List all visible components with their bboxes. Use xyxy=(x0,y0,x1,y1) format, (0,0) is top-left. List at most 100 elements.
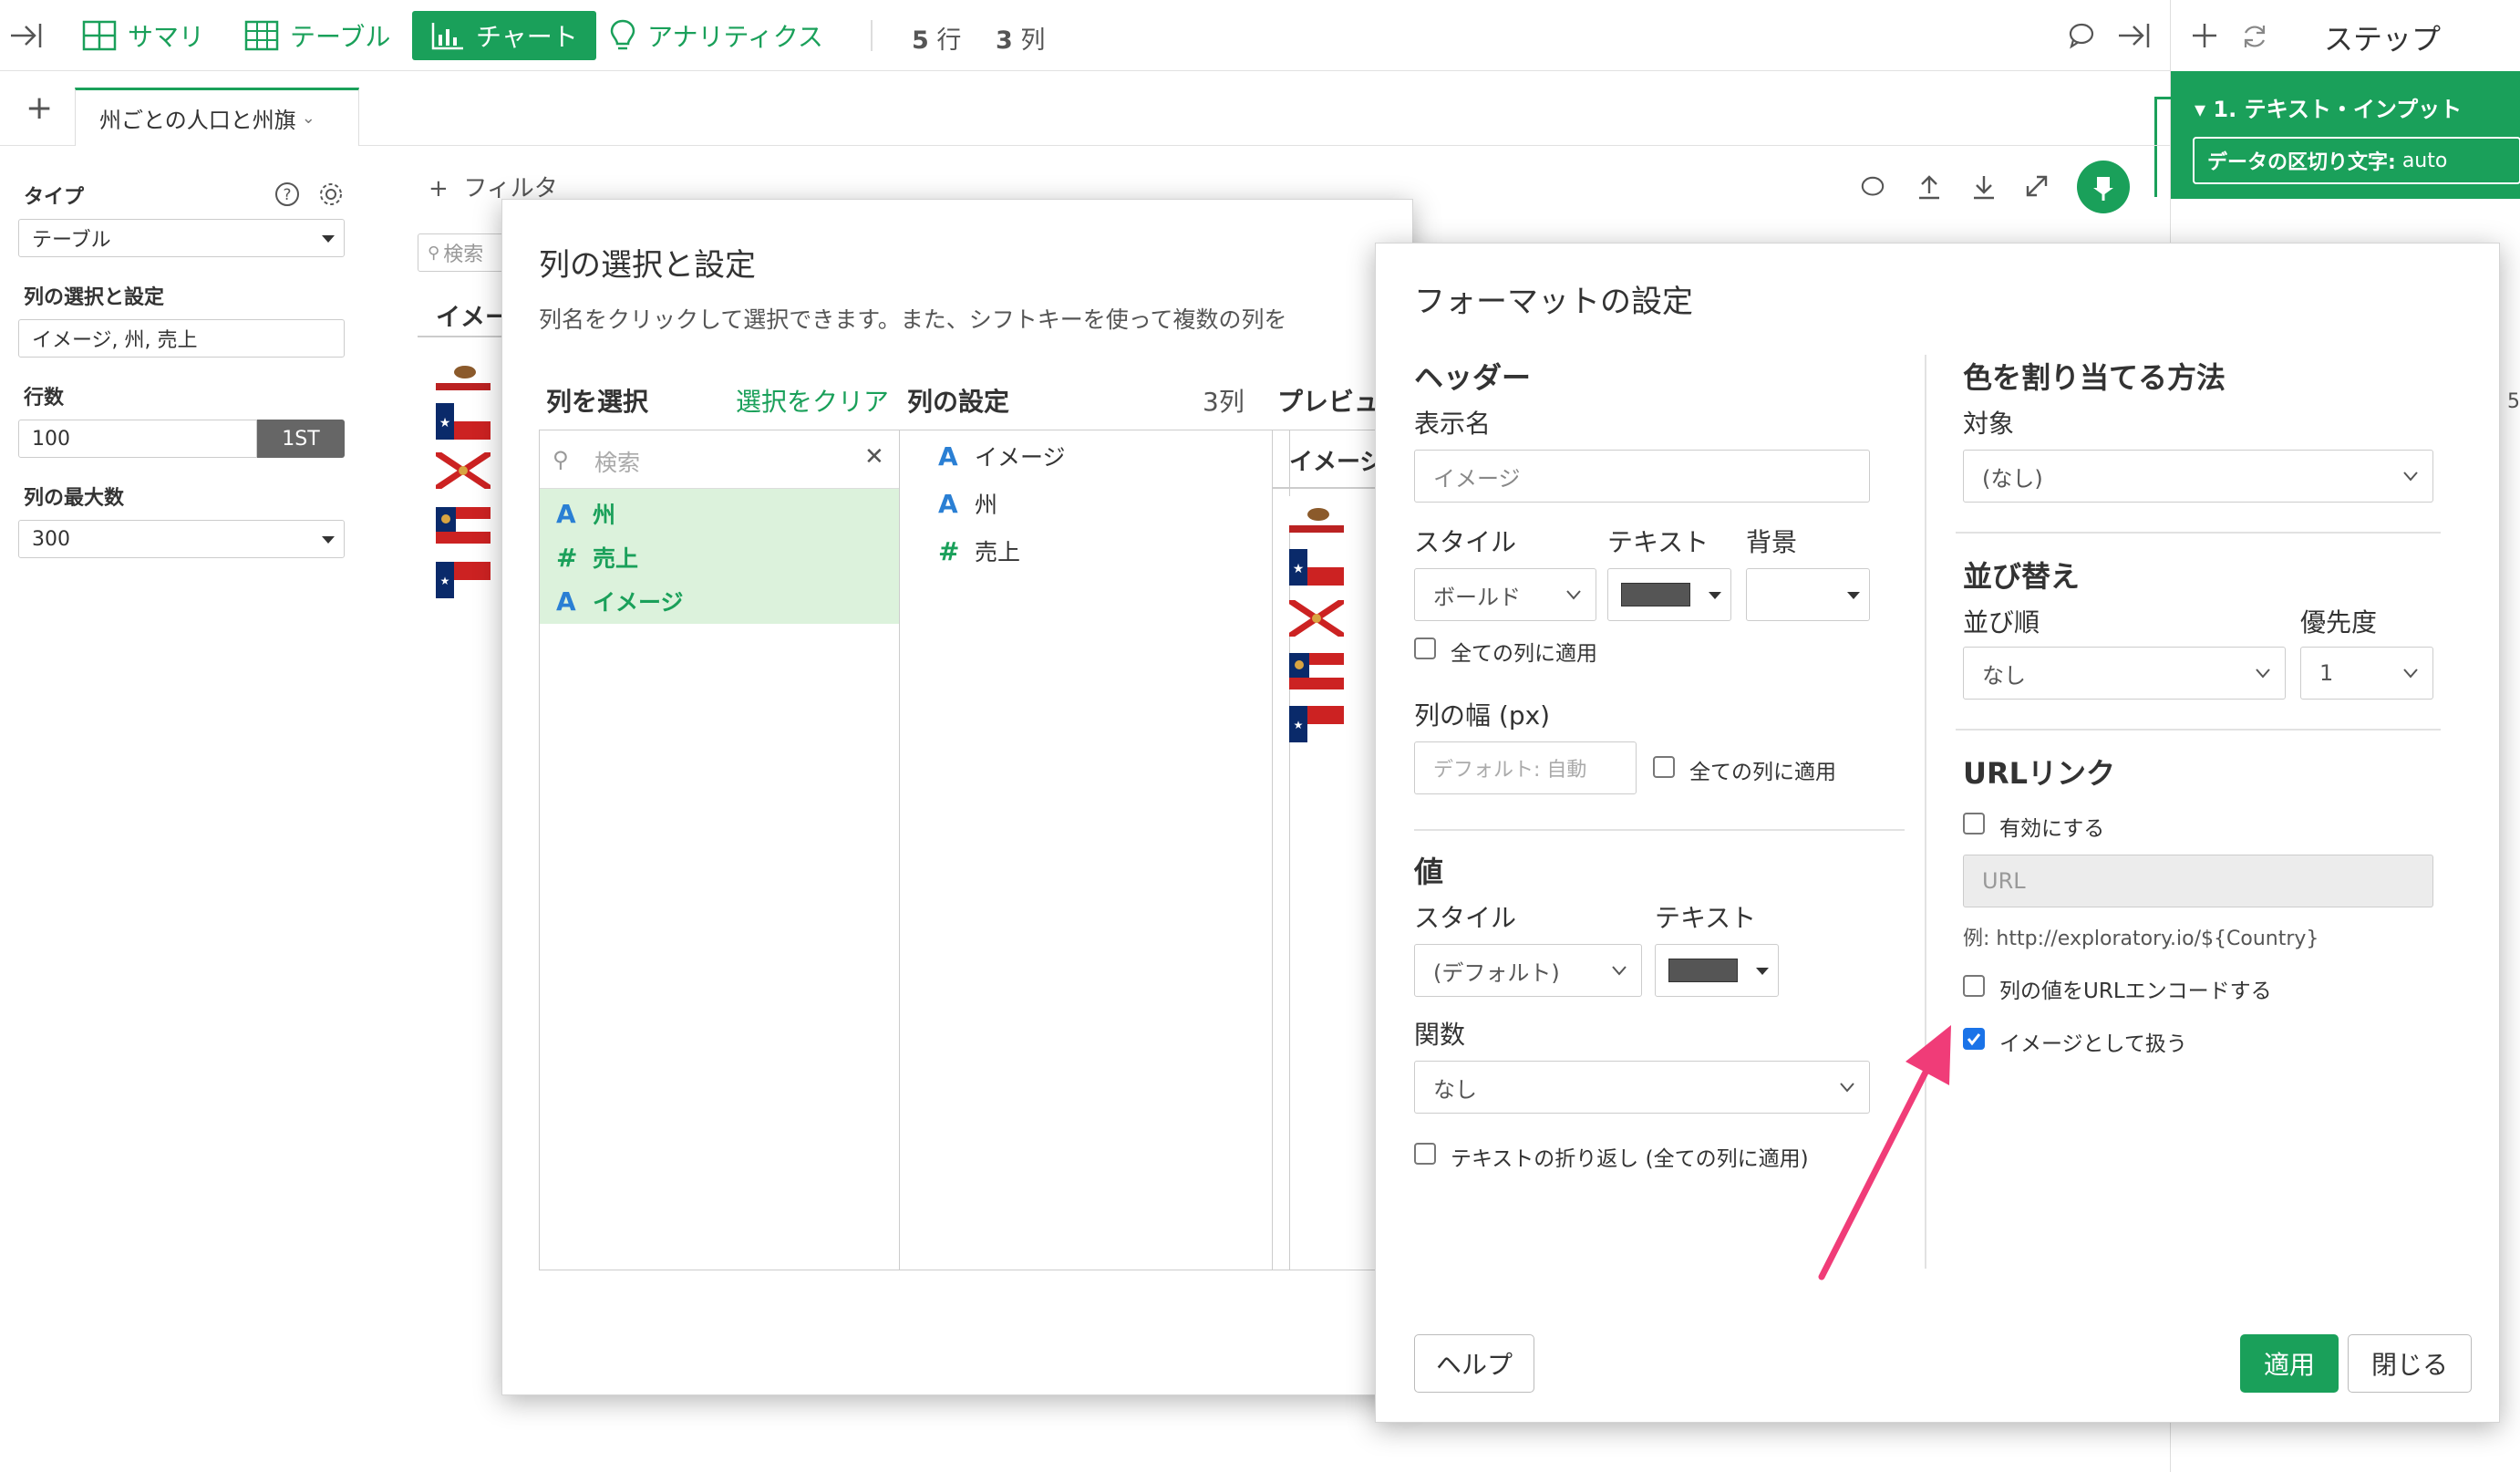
value-text-color-picker[interactable] xyxy=(1655,944,1779,997)
list-item[interactable]: A イメージ xyxy=(556,580,684,622)
wrap-text-checkbox[interactable] xyxy=(1414,1143,1436,1165)
add-step-icon[interactable] xyxy=(2191,22,2218,49)
summary-tab[interactable]: サマリ xyxy=(82,11,204,60)
cols-input[interactable]: イメージ, 州, 売上 xyxy=(18,319,345,358)
list-item[interactable]: # 売上 xyxy=(938,529,1020,573)
color-swatch xyxy=(1668,959,1738,982)
header-section-title: ヘッダー xyxy=(1414,360,1532,395)
collapse-panel-icon[interactable] xyxy=(9,20,44,51)
summary-icon xyxy=(82,20,117,51)
value-section-title: 値 xyxy=(1414,855,1444,889)
refresh-icon[interactable] xyxy=(2240,22,2269,51)
dialog-title: フォーマットの設定 xyxy=(1414,284,1693,320)
list-item[interactable]: A州 xyxy=(556,492,615,534)
svg-text:★: ★ xyxy=(439,416,451,430)
help-button[interactable]: ヘルプ xyxy=(1414,1334,1534,1393)
upload-icon[interactable] xyxy=(1916,173,1942,201)
width-apply-all-label: 全ての列に適用 xyxy=(1689,761,1836,784)
table-header-divider xyxy=(418,336,509,337)
analytics-tab[interactable]: アナリティクス xyxy=(609,11,823,60)
florida-flag-image xyxy=(436,452,491,489)
column-settings-list: A イメージ A州 # 売上 xyxy=(900,430,1290,1270)
chart-tab[interactable]: チャート xyxy=(412,11,596,60)
florida-flag-image xyxy=(1289,600,1344,637)
rows-first-button[interactable]: 1ST xyxy=(257,420,345,458)
caret-down-icon xyxy=(1709,592,1721,599)
header-style-select[interactable]: ボールド xyxy=(1414,568,1596,621)
clear-selection-link[interactable]: 選択をクリア xyxy=(736,382,889,419)
north-carolina-flag-image: ★ xyxy=(436,562,491,598)
sort-order-select[interactable]: なし xyxy=(1963,647,2286,700)
expand-right-icon[interactable] xyxy=(2117,20,2152,51)
column-settings-header: 列の設定 xyxy=(907,387,1010,417)
url-input[interactable]: URL xyxy=(1963,855,2433,907)
apply-button[interactable]: 適用 xyxy=(2240,1334,2339,1393)
header-style-label: スタイル xyxy=(1414,527,1517,557)
header-text-color-picker[interactable] xyxy=(1607,568,1731,621)
table-search-input[interactable]: ⚲ 検索 xyxy=(418,233,509,272)
annotation-arrow xyxy=(1818,1025,1951,1280)
text-type-icon: A xyxy=(556,586,576,617)
url-encode-checkbox[interactable] xyxy=(1963,975,1985,997)
preview-column-header: イメージ xyxy=(1289,449,1384,476)
summary-label: サマリ xyxy=(128,22,205,52)
help-icon[interactable]: ? xyxy=(274,181,301,208)
priority-select[interactable]: 1 xyxy=(2300,647,2433,700)
texas-flag-image: ★ xyxy=(1289,549,1344,586)
header-text-label: テキスト xyxy=(1607,527,1709,557)
width-input[interactable]: デフォルト: 自動 xyxy=(1414,741,1637,794)
table-icon xyxy=(244,20,279,51)
text-type-icon: A xyxy=(556,498,576,529)
maxcols-select[interactable]: 300 xyxy=(18,520,345,558)
section-divider xyxy=(1956,532,2441,534)
rows-input[interactable]: 100 xyxy=(18,420,257,458)
target-label: 対象 xyxy=(1963,409,2015,439)
download-icon[interactable] xyxy=(1971,173,1997,201)
close-button[interactable]: 閉じる xyxy=(2348,1334,2472,1393)
list-item[interactable]: A州 xyxy=(938,482,997,525)
column-search-input[interactable]: ⚲ 検索 ✕ xyxy=(540,430,899,489)
target-select[interactable]: (なし) xyxy=(1963,450,2433,503)
column-count: 3 列 xyxy=(996,26,1046,55)
add-tab-button[interactable]: + xyxy=(26,89,53,127)
caret-down-icon xyxy=(1756,968,1769,975)
enable-url-checkbox[interactable] xyxy=(1963,813,1985,834)
tab-row: + 州ごとの人口と州旗 ⌄ xyxy=(0,71,2170,146)
list-item[interactable]: # 売上 xyxy=(556,536,638,578)
text-type-icon: A xyxy=(938,488,958,519)
table-label: テーブル xyxy=(290,22,391,52)
value-style-select[interactable]: (デフォルト) xyxy=(1414,944,1642,997)
function-select[interactable]: なし xyxy=(1414,1061,1870,1114)
chevron-down-icon: ⌄ xyxy=(301,109,315,128)
header-apply-all-checkbox[interactable] xyxy=(1414,638,1436,659)
display-name-input[interactable]: イメージ xyxy=(1414,450,1870,503)
step-1-label: ▾ 1. テキスト・インプット xyxy=(2195,97,2463,122)
header-apply-all-label: 全ての列に適用 xyxy=(1451,642,1597,666)
sort-section-title: 並び替え xyxy=(1963,559,2081,594)
chart-comment-icon[interactable] xyxy=(1860,175,1885,201)
analytics-label: アナリティクス xyxy=(647,22,823,52)
url-section-title: URLリンク xyxy=(1963,756,2116,791)
gear-icon[interactable] xyxy=(317,181,345,208)
section-divider xyxy=(1956,729,2441,731)
number-type-icon: # xyxy=(556,542,578,573)
display-name-label: 表示名 xyxy=(1414,409,1492,439)
pin-button[interactable] xyxy=(2077,161,2130,213)
comment-icon[interactable] xyxy=(2068,22,2095,49)
enable-url-label: 有効にする xyxy=(1999,817,2105,841)
top-toolbar: サマリ テーブル チャート アナリティクス 5 行 3 列 xyxy=(0,0,2170,71)
step-1-card[interactable]: ▾ 1. テキスト・インプット データの区切り文字: auto xyxy=(2171,71,2520,199)
type-select[interactable]: テーブル xyxy=(18,219,345,257)
caret-down-icon xyxy=(322,235,335,243)
maxcols-label: 列の最大数 xyxy=(24,487,125,510)
delimiter-badge[interactable]: データの区切り文字: auto xyxy=(2193,137,2520,184)
list-item[interactable]: A イメージ xyxy=(938,434,1066,478)
header-bg-color-picker[interactable] xyxy=(1746,568,1870,621)
tab-current[interactable]: 州ごとの人口と州旗 ⌄ xyxy=(75,88,359,146)
width-apply-all-checkbox[interactable] xyxy=(1653,756,1675,778)
fullscreen-icon[interactable] xyxy=(2024,173,2050,199)
close-icon[interactable]: ✕ xyxy=(864,443,884,471)
chevron-down-icon xyxy=(2403,472,2418,482)
table-tab[interactable]: テーブル xyxy=(244,11,390,60)
sort-order-label: 並び順 xyxy=(1963,607,2040,638)
